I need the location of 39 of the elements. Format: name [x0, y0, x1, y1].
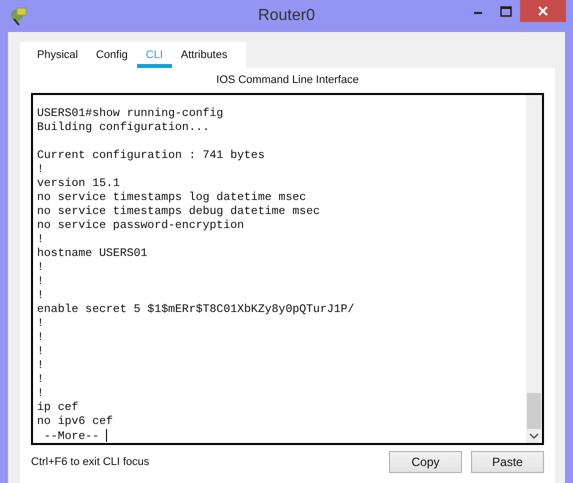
terminal-line: !: [37, 275, 45, 289]
tab[interactable]: Config: [86, 42, 137, 68]
terminal-line: !: [37, 317, 45, 331]
scrollbar[interactable]: [526, 95, 542, 443]
terminal-line: !: [37, 359, 45, 373]
app-icon: [10, 6, 28, 26]
copy-button[interactable]: Copy: [389, 451, 462, 473]
terminal-line: !: [37, 289, 45, 303]
terminal-line: no service password-encryption: [37, 219, 246, 233]
paste-button[interactable]: Paste: [471, 451, 544, 473]
text-cursor: [106, 429, 108, 442]
more-prompt: --More--: [42, 430, 100, 443]
terminal-line: no service timestamps log datetime msec: [37, 191, 308, 205]
tab[interactable]: Attributes: [172, 42, 236, 68]
terminal-line: no ipv6 cef: [37, 415, 114, 429]
close-icon: [537, 5, 549, 17]
hint-text: Ctrl+F6 to exit CLI focus: [31, 456, 150, 468]
terminal-line: Current configuration : 741 bytes: [37, 149, 266, 163]
terminal-line: !: [37, 163, 45, 177]
window-title: Router0: [258, 7, 315, 25]
terminal-line: ip cef: [37, 401, 80, 415]
tab[interactable]: Physical: [28, 42, 87, 68]
terminal-line: hostname USERS01: [37, 247, 148, 261]
terminal-line: USERS01#show running-config: [37, 107, 224, 121]
terminal-line: !: [37, 233, 45, 247]
close-button[interactable]: [520, 0, 566, 22]
maximize-icon: [500, 6, 512, 16]
panel-title: IOS Command Line Interface: [216, 74, 359, 86]
terminal-line: !: [37, 373, 45, 387]
terminal-line: no service timestamps debug datetime msec: [37, 205, 321, 219]
terminal-line: !: [37, 331, 45, 345]
terminal[interactable]: [31, 93, 544, 445]
terminal-line: !: [37, 261, 45, 275]
terminal-line: !: [37, 387, 45, 401]
terminal-line: Building configuration...: [37, 121, 211, 135]
terminal-line: enable secret 5 $1$mERr$T8C01XbKZy8y0pQTurJ1P/: [37, 303, 356, 317]
scroll-thumb[interactable]: [527, 393, 541, 429]
terminal-line: !: [37, 345, 45, 359]
terminal-line: version 15.1: [37, 177, 121, 191]
